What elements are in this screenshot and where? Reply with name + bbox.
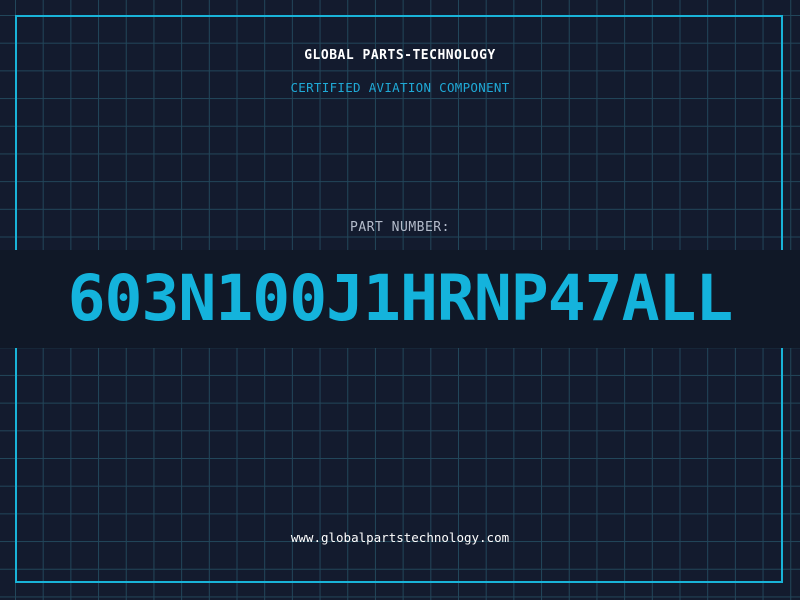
certification-subtitle: CERTIFIED AVIATION COMPONENT <box>290 80 510 95</box>
website-link[interactable]: www.globalpartstechnology.com <box>0 530 800 545</box>
part-number-value: 603N100J1HRNP47ALL <box>67 262 734 335</box>
part-number-label: PART NUMBER: <box>350 220 450 235</box>
company-name: GLOBAL PARTS-TECHNOLOGY <box>304 48 496 63</box>
part-number-band: 603N100J1HRNP47ALL <box>0 250 800 348</box>
